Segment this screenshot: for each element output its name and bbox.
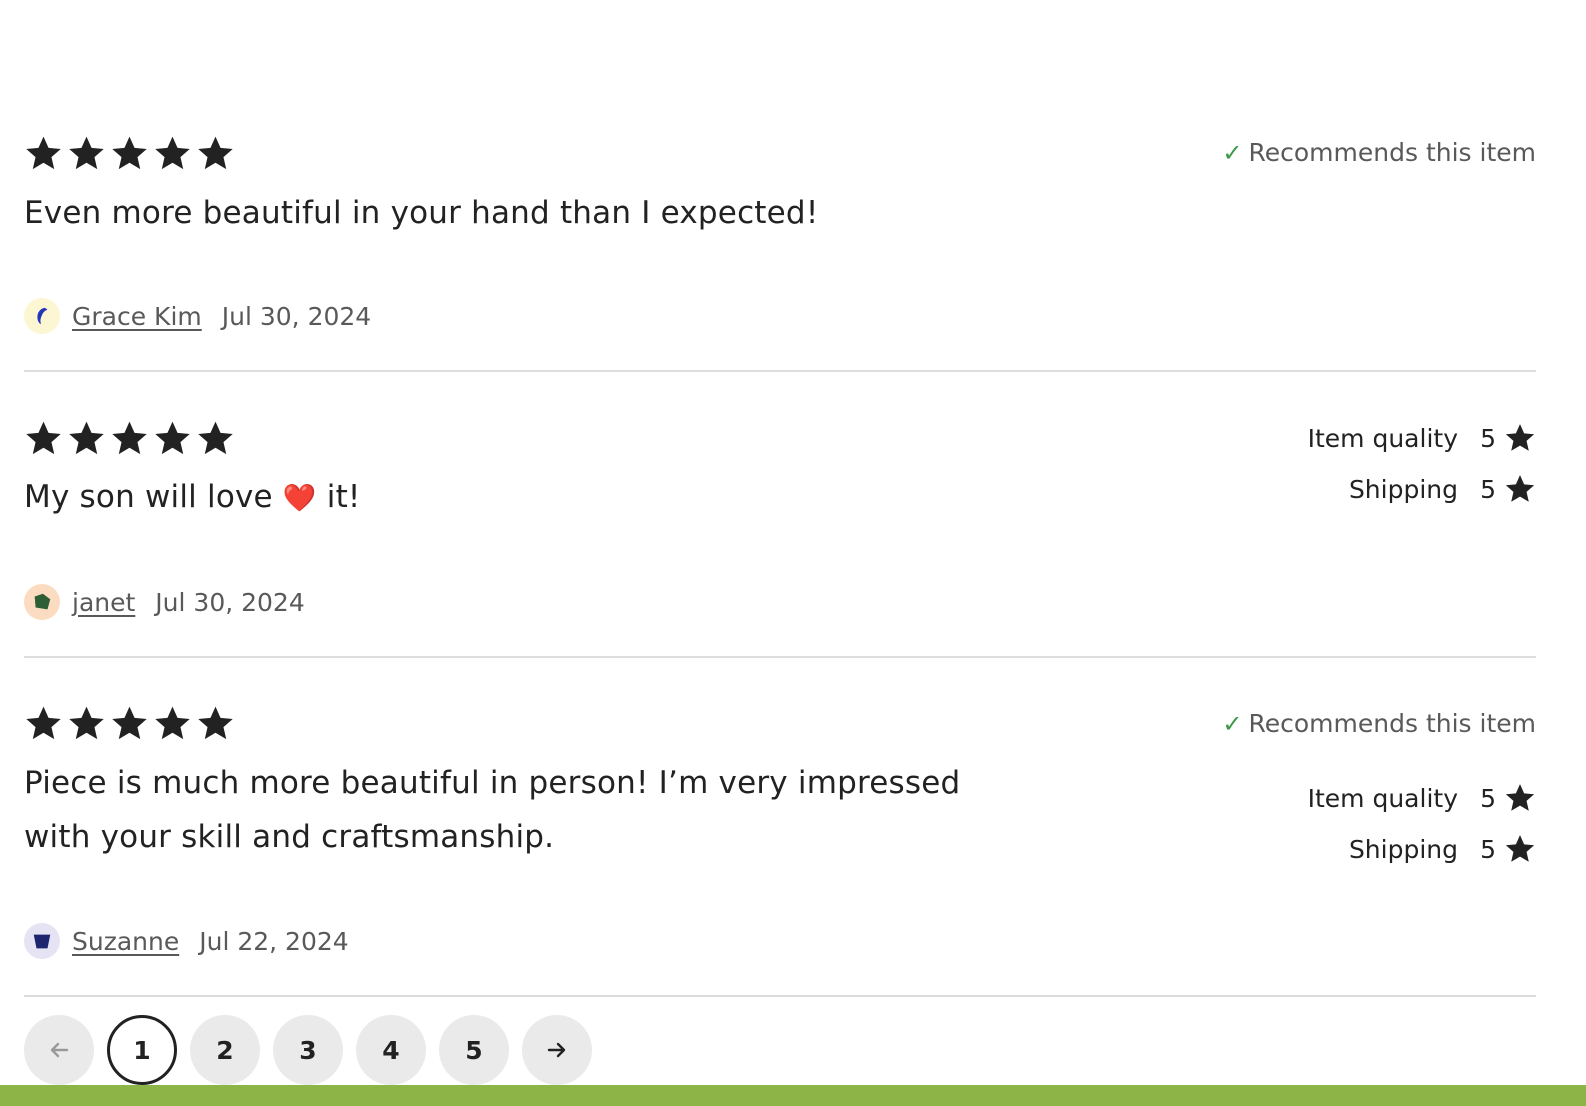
page-button-2[interactable]: 2 <box>190 1015 260 1085</box>
star-icon <box>153 134 192 173</box>
review-text-line: with your skill and craftsmanship. <box>24 819 555 855</box>
item-quality-rating: Item quality 5 <box>1308 422 1536 454</box>
review-text: Piece is much more beautiful in person! … <box>24 756 984 864</box>
review-text-after: it! <box>326 479 361 515</box>
item-quality-value: 5 <box>1480 423 1496 453</box>
review-date: Jul 30, 2024 <box>155 587 305 617</box>
recommends-label: Recommends this item <box>1248 138 1537 167</box>
shipping-value: 5 <box>1480 834 1496 864</box>
moon-avatar-icon <box>37 307 48 325</box>
star-rating <box>24 134 235 173</box>
item-quality-rating: Item quality 5 <box>1308 782 1536 814</box>
star-icon <box>24 704 63 743</box>
review-date: Jul 30, 2024 <box>221 301 372 331</box>
previous-page-button[interactable] <box>24 1015 94 1085</box>
item-quality-label: Item quality <box>1307 423 1458 453</box>
item-quality-label: Item quality <box>1307 783 1458 813</box>
shipping-label: Shipping <box>1348 834 1458 864</box>
page-button-4[interactable]: 4 <box>356 1015 426 1085</box>
star-icon <box>1505 424 1535 451</box>
check-icon: ✓ <box>1222 138 1243 167</box>
reviewer-name-link[interactable]: Grace Kim <box>72 302 202 331</box>
star-icon <box>196 134 235 173</box>
star-icon <box>67 134 106 173</box>
star-icon <box>1505 475 1535 502</box>
recommends-label: Recommends this item <box>1248 709 1537 738</box>
review-text: My son will love ❤️ it! <box>24 470 984 526</box>
star-icon <box>67 419 106 458</box>
pagination: 1 2 3 4 5 <box>24 1015 592 1085</box>
star-rating <box>24 704 235 743</box>
star-rating <box>24 419 235 458</box>
check-icon: ✓ <box>1222 709 1243 738</box>
star-icon <box>153 419 192 458</box>
star-icon <box>24 419 63 458</box>
cup-avatar-icon <box>33 934 51 949</box>
page-button-1[interactable]: 1 <box>107 1015 177 1085</box>
heart-emoji: ❤️ <box>282 483 317 514</box>
reviewer-name-link[interactable]: Suzanne <box>72 927 179 956</box>
review-divider <box>24 656 1536 658</box>
arrow-right-icon <box>547 1042 566 1058</box>
page-button-5[interactable]: 5 <box>439 1015 509 1085</box>
review-text-before: My son will love <box>24 479 273 515</box>
bottom-accent-bar <box>0 1085 1586 1106</box>
review-meta: Suzanne Jul 22, 2024 <box>24 923 349 959</box>
review-date: Jul 22, 2024 <box>199 926 349 956</box>
star-icon <box>1505 835 1535 862</box>
shipping-rating: Shipping 5 <box>1349 473 1536 505</box>
review-divider <box>24 995 1536 997</box>
shipping-value: 5 <box>1480 474 1496 504</box>
star-icon <box>110 419 149 458</box>
star-icon <box>24 134 63 173</box>
next-page-button[interactable] <box>522 1015 592 1085</box>
star-icon <box>196 419 235 458</box>
recommends-badge: ✓ Recommends this item <box>1222 138 1536 167</box>
review-text-line: Piece is much more beautiful in person! … <box>24 765 961 801</box>
review-text: Even more beautiful in your hand than I … <box>24 195 819 231</box>
recommends-badge: ✓ Recommends this item <box>1222 709 1536 738</box>
avatar[interactable] <box>24 584 60 620</box>
star-icon <box>153 704 192 743</box>
shipping-rating: Shipping 5 <box>1349 833 1536 865</box>
star-icon <box>1505 784 1535 811</box>
pentagon-avatar-icon <box>34 593 51 610</box>
avatar[interactable] <box>24 298 60 334</box>
review-meta: Grace Kim Jul 30, 2024 <box>24 298 371 334</box>
star-icon <box>110 704 149 743</box>
arrow-left-icon <box>50 1042 69 1058</box>
avatar[interactable] <box>24 923 60 959</box>
review-divider <box>24 370 1536 372</box>
review-meta: janet Jul 30, 2024 <box>24 584 305 620</box>
item-quality-value: 5 <box>1480 783 1496 813</box>
star-icon <box>196 704 235 743</box>
shipping-label: Shipping <box>1348 474 1458 504</box>
page-button-3[interactable]: 3 <box>273 1015 343 1085</box>
star-icon <box>67 704 106 743</box>
star-icon <box>110 134 149 173</box>
reviewer-name-link[interactable]: janet <box>72 588 135 617</box>
